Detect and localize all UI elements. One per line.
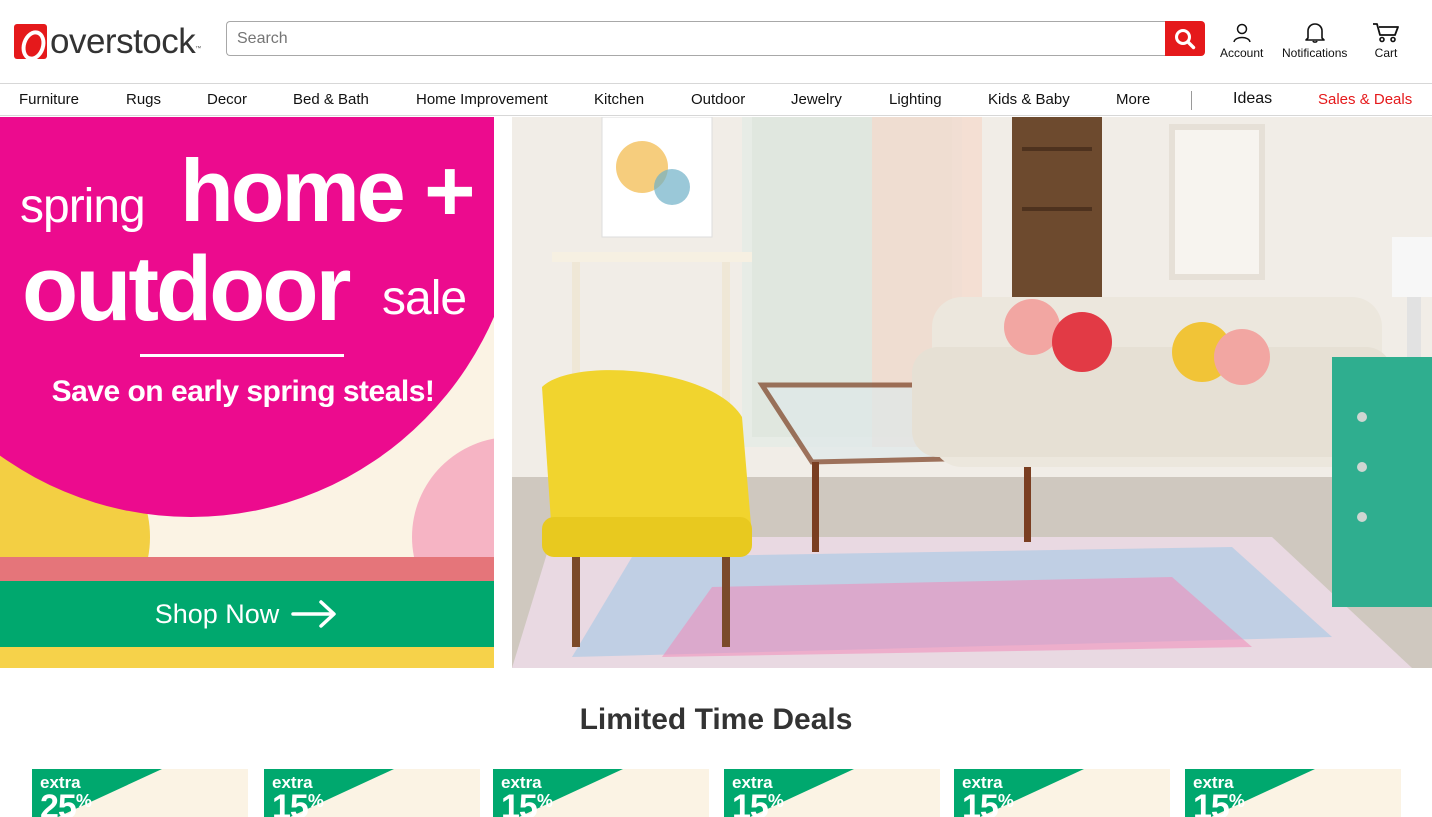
- category-nav: Furniture Rugs Decor Bed & Bath Home Imp…: [0, 84, 1432, 116]
- deal-card[interactable]: extra 15%: [264, 769, 480, 817]
- deal-card[interactable]: extra 15%: [493, 769, 709, 817]
- nav-item-furniture[interactable]: Furniture: [19, 92, 79, 107]
- hero-word-home: home +: [180, 141, 476, 240]
- cart-icon: [1373, 23, 1399, 43]
- search-input[interactable]: [226, 21, 1165, 56]
- deal-percent: 15%: [272, 788, 324, 817]
- search-bar: [226, 21, 1205, 56]
- nav-item-decor[interactable]: Decor: [207, 92, 247, 107]
- nav-divider: [1191, 91, 1192, 110]
- hero-word-sale: sale: [382, 272, 467, 325]
- hero-word-spring: spring: [20, 180, 146, 233]
- deal-card[interactable]: extra 15%: [1185, 769, 1401, 817]
- deal-percent: 15%: [732, 788, 784, 817]
- living-room-photo: [512, 117, 1432, 668]
- nav-item-rugs[interactable]: Rugs: [126, 92, 161, 107]
- account-icon: [1232, 23, 1251, 43]
- hero-promo-panel: spring home + outdoor sale Save on early…: [0, 117, 494, 668]
- account-button[interactable]: Account: [1220, 22, 1263, 59]
- notifications-button[interactable]: Notifications: [1282, 22, 1347, 59]
- nav-item-sales-deals[interactable]: Sales & Deals: [1318, 92, 1412, 107]
- search-button[interactable]: [1165, 21, 1205, 56]
- nav-item-outdoor[interactable]: Outdoor: [691, 92, 745, 107]
- hero-word-outdoor: outdoor: [22, 238, 351, 340]
- overstock-logo-mark-icon: [14, 23, 47, 59]
- logo-wordmark: overstock: [50, 21, 196, 61]
- nav-item-bed-bath[interactable]: Bed & Bath: [293, 92, 369, 107]
- shop-now-label: Shop Now: [154, 598, 280, 629]
- nav-item-home-improvement[interactable]: Home Improvement: [416, 92, 548, 107]
- cart-label: Cart: [1374, 46, 1398, 60]
- cart-button[interactable]: Cart: [1372, 22, 1400, 59]
- nav-item-jewelry[interactable]: Jewelry: [791, 92, 842, 107]
- hero-gap: [494, 117, 512, 668]
- deal-percent: 15%: [1193, 788, 1245, 817]
- bell-icon: [1304, 23, 1325, 43]
- nav-item-lighting[interactable]: Lighting: [889, 92, 942, 107]
- deal-percent: 15%: [501, 788, 553, 817]
- hero-divider: [140, 354, 344, 357]
- decor-red-stripe: [0, 557, 494, 581]
- deal-percent: 25%: [40, 788, 92, 817]
- deal-card[interactable]: extra 15%: [954, 769, 1170, 817]
- shop-now-button[interactable]: Shop Now: [0, 581, 494, 647]
- logo-trademark: ™: [195, 46, 202, 52]
- overstock-logo[interactable]: overstock ™: [14, 22, 201, 60]
- decor-yellow-stripe: [0, 647, 494, 668]
- hero-subtitle: Save on early spring steals!: [51, 375, 435, 408]
- nav-item-ideas[interactable]: Ideas: [1233, 91, 1272, 107]
- notifications-label: Notifications: [1282, 46, 1348, 60]
- hero-banner[interactable]: spring home + outdoor sale Save on early…: [0, 117, 1432, 668]
- nav-item-kitchen[interactable]: Kitchen: [594, 92, 644, 107]
- site-header: overstock ™ Account Notifications: [0, 0, 1432, 84]
- account-label: Account: [1220, 46, 1264, 60]
- deal-card[interactable]: extra 25%: [32, 769, 248, 817]
- arrow-right-icon: [291, 600, 337, 628]
- nav-item-kids-baby[interactable]: Kids & Baby: [988, 92, 1070, 107]
- living-room-illustration: [512, 117, 1432, 668]
- deal-card[interactable]: extra 15%: [724, 769, 940, 817]
- nav-item-more[interactable]: More: [1116, 92, 1150, 107]
- search-icon: [1175, 28, 1196, 49]
- deal-percent: 15%: [962, 788, 1014, 817]
- deals-section-title: Limited Time Deals: [579, 703, 853, 736]
